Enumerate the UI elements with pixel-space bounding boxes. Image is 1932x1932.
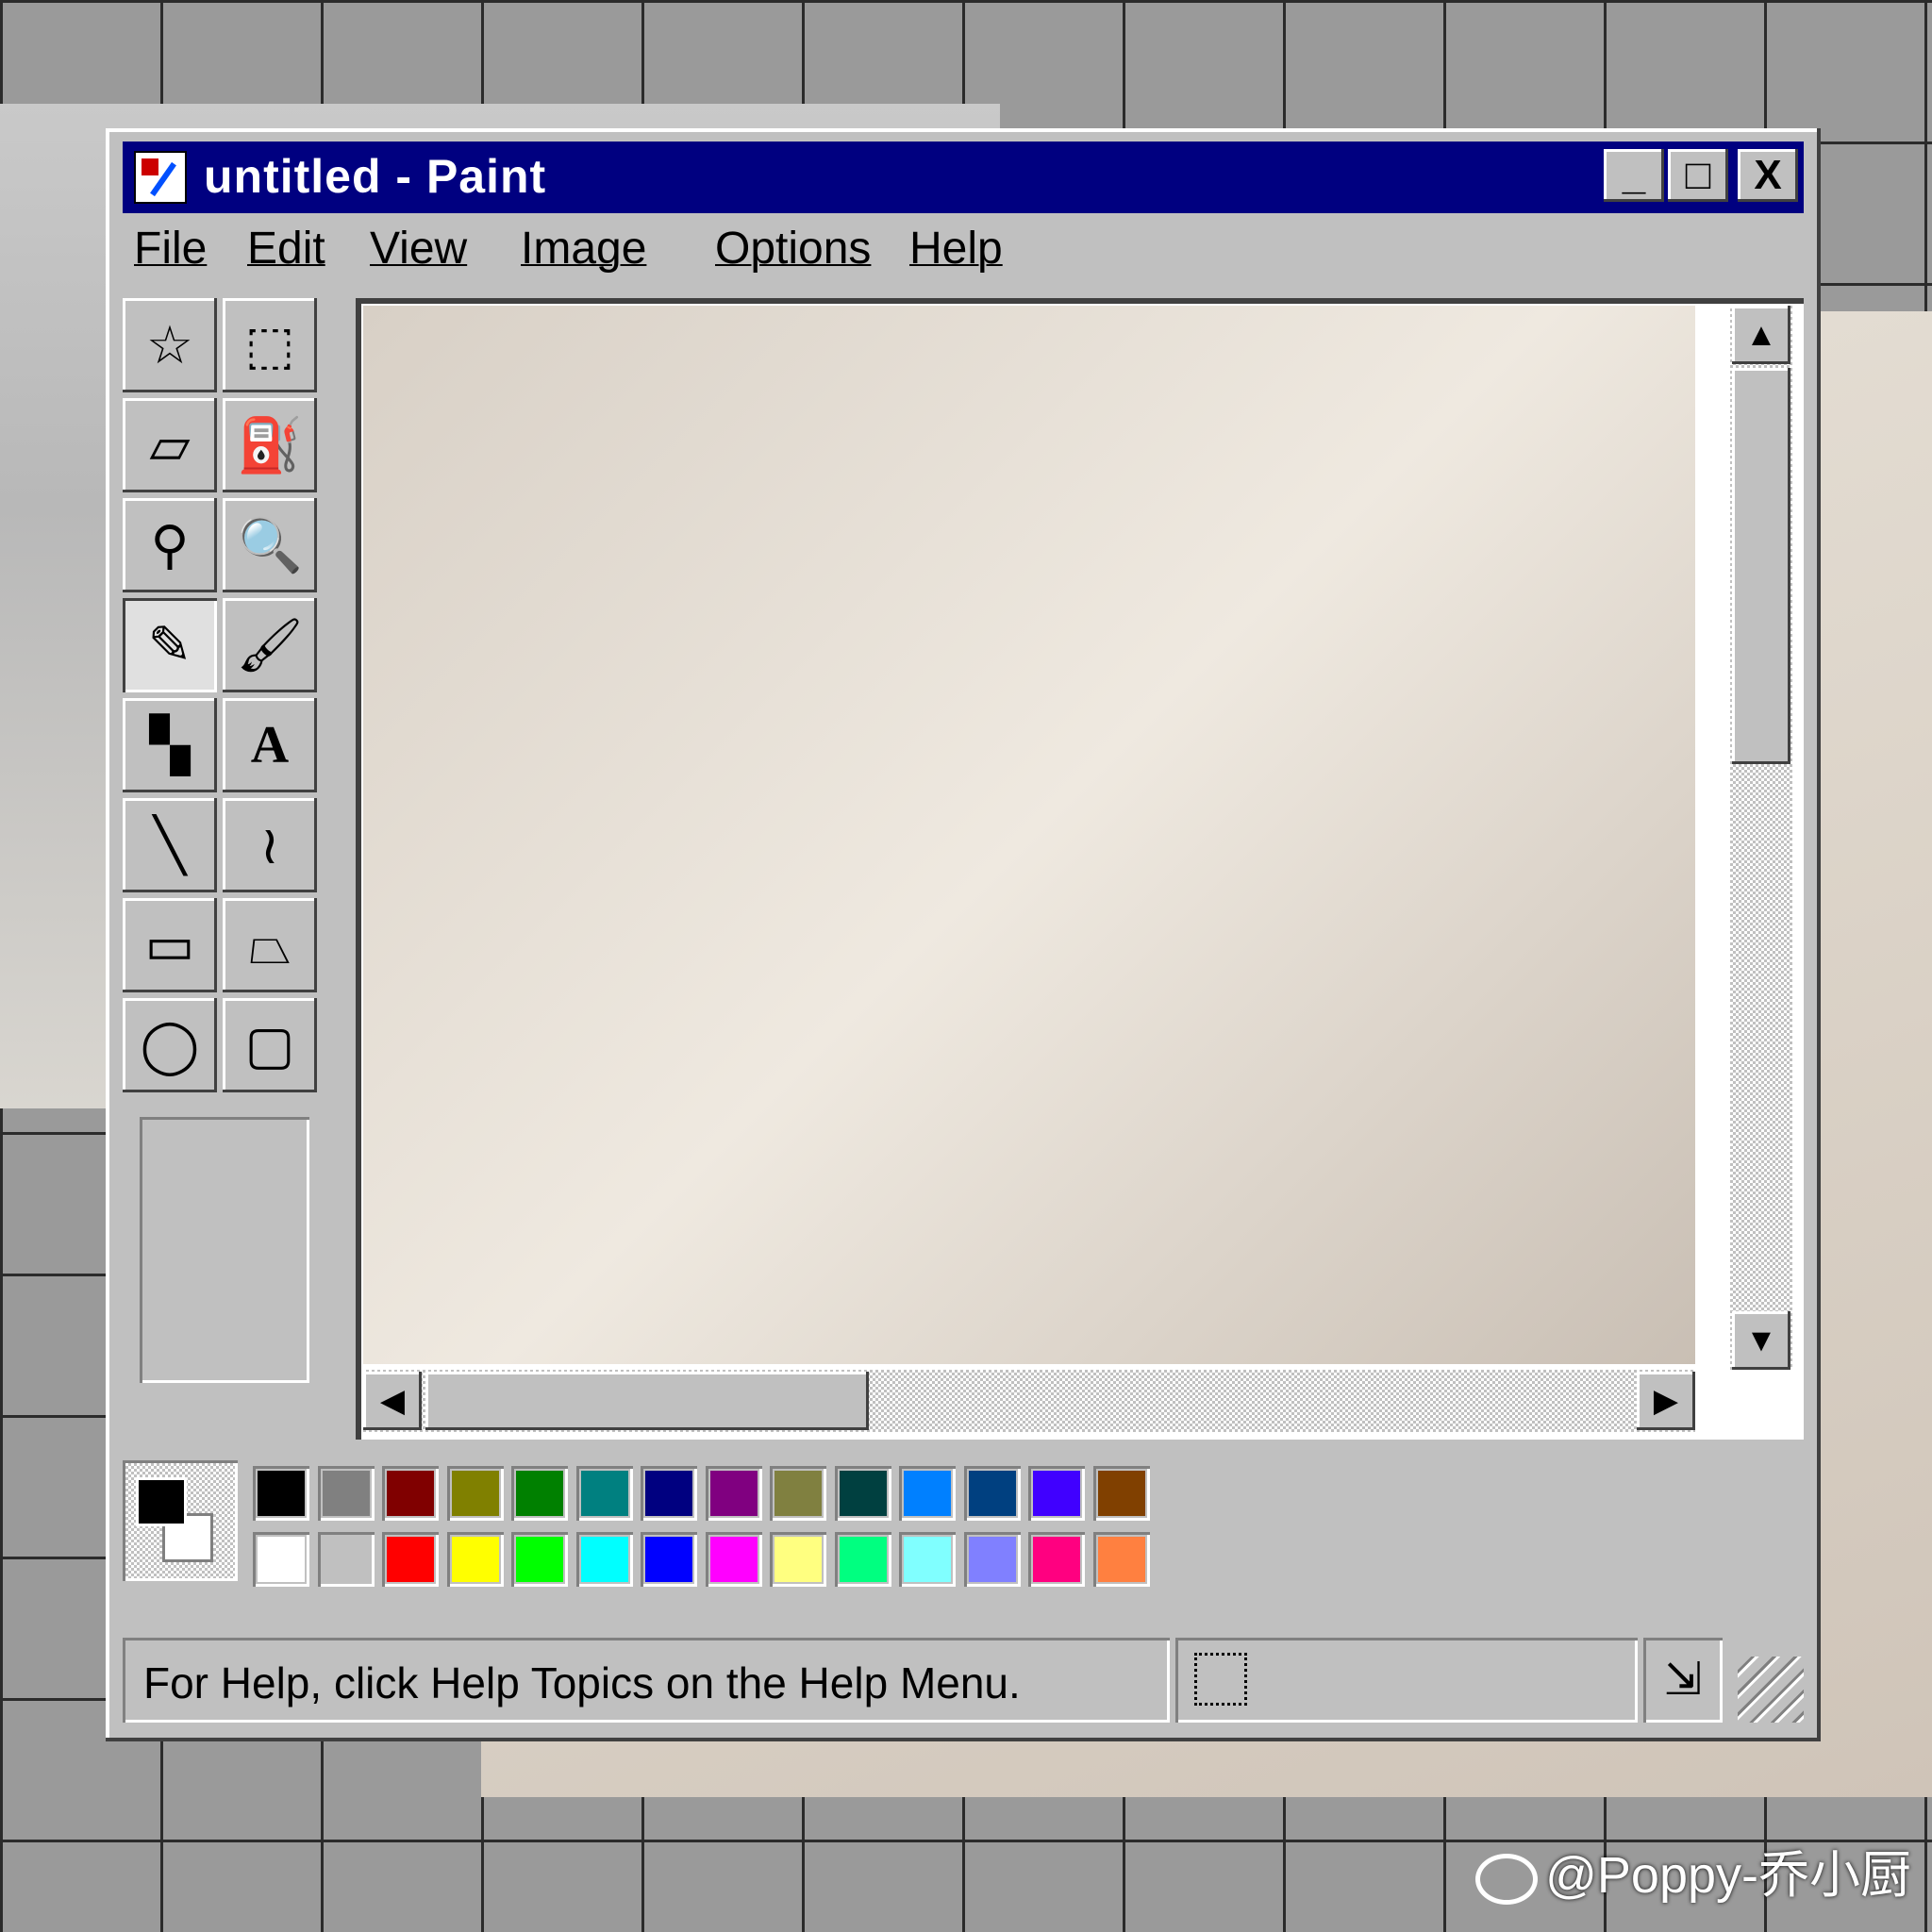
rectangle-icon: ▭ [144, 915, 195, 974]
color-swatch[interactable] [382, 1532, 439, 1587]
drawing-canvas[interactable] [363, 306, 1695, 1364]
color-swatch[interactable] [253, 1532, 309, 1587]
paint-app-icon [134, 151, 187, 204]
color-swatch[interactable] [770, 1532, 826, 1587]
tool-options-panel[interactable] [140, 1117, 309, 1383]
curve-tool[interactable]: ≀ [223, 798, 317, 892]
color-swatch[interactable] [641, 1532, 697, 1587]
color-swatch[interactable] [382, 1466, 439, 1521]
free-form-select-tool[interactable]: ☆ [123, 298, 217, 392]
color-swatch[interactable] [576, 1532, 633, 1587]
watermark-text: @Poppy-乔小厨 [1545, 1847, 1911, 1904]
color-swatch[interactable] [1028, 1466, 1085, 1521]
rect-select-tool[interactable]: ⬚ [223, 298, 317, 392]
color-swatch[interactable] [835, 1532, 891, 1587]
eyedropper-tool[interactable]: ⚲ [123, 498, 217, 592]
pencil-tool[interactable]: ✎ [123, 598, 217, 692]
minimize-button[interactable]: _ [1604, 149, 1664, 202]
weibo-logo-icon [1475, 1853, 1539, 1905]
menu-edit[interactable]: Edit [247, 223, 325, 275]
status-position-pane [1175, 1638, 1638, 1723]
menu-file[interactable]: File [134, 223, 207, 275]
color-swatch[interactable] [770, 1466, 826, 1521]
ellipse-icon: ◯ [140, 1015, 200, 1074]
resize-grip-icon[interactable] [1738, 1657, 1804, 1723]
position-icon [1194, 1653, 1247, 1706]
color-swatch[interactable] [964, 1466, 1021, 1521]
rounded-rect-tool[interactable]: ▢ [223, 998, 317, 1092]
color-swatch[interactable] [706, 1466, 762, 1521]
polygon-icon: ⏢ [248, 914, 291, 974]
rounded-rect-icon: ▢ [244, 1015, 295, 1074]
star-select-icon: ☆ [145, 315, 194, 375]
color-swatch[interactable] [1093, 1466, 1150, 1521]
pencil-icon: ✎ [147, 615, 192, 675]
color-palette [123, 1457, 1255, 1589]
magnifier-icon: 🔍 [237, 515, 303, 575]
color-swatch[interactable] [641, 1466, 697, 1521]
status-bar: For Help, click Help Topics on the Help … [123, 1638, 1804, 1723]
menu-options[interactable]: Options [715, 223, 871, 275]
size-icon: ⇲ [1663, 1655, 1703, 1705]
text-icon: A [250, 716, 290, 774]
foreground-color [136, 1477, 187, 1526]
watermark: @Poppy-乔小厨 [1475, 1833, 1911, 1907]
horizontal-scroll-thumb[interactable] [425, 1372, 869, 1430]
horizontal-scrollbar[interactable]: ◀ ▶ [363, 1370, 1695, 1432]
color-swatch[interactable] [318, 1466, 375, 1521]
color-swatch[interactable] [447, 1532, 504, 1587]
status-help-text: For Help, click Help Topics on the Help … [123, 1638, 1170, 1723]
eyedropper-icon: ⚲ [150, 515, 190, 575]
color-swatch[interactable] [576, 1466, 633, 1521]
maximize-button[interactable]: □ [1668, 149, 1728, 202]
line-tool[interactable]: ╲ [123, 798, 217, 892]
line-icon: ╲ [154, 815, 186, 874]
brush-icon: 🖌 [236, 615, 304, 675]
rect-select-icon: ⬚ [244, 315, 295, 375]
scroll-left-button[interactable]: ◀ [363, 1372, 422, 1430]
airbrush-icon: ▚ [149, 715, 191, 774]
color-swatch[interactable] [899, 1532, 956, 1587]
color-swatch[interactable] [706, 1532, 762, 1587]
eraser-icon: ▱ [149, 415, 191, 475]
magnifier-tool[interactable]: 🔍 [223, 498, 317, 592]
paint-window: untitled - Paint _ □ X File Edit View Im… [106, 128, 1821, 1741]
color-swatch[interactable] [964, 1532, 1021, 1587]
status-size-pane: ⇲ [1643, 1638, 1723, 1723]
scroll-up-button[interactable]: ▲ [1732, 306, 1790, 364]
color-swatch[interactable] [1093, 1532, 1150, 1587]
color-swatch[interactable] [447, 1466, 504, 1521]
window-title: untitled - Paint [204, 150, 547, 203]
vertical-scroll-thumb[interactable] [1732, 368, 1790, 764]
title-bar[interactable]: untitled - Paint _ □ X [123, 142, 1804, 213]
ellipse-tool[interactable]: ◯ [123, 998, 217, 1092]
brush-tool[interactable]: 🖌 [223, 598, 317, 692]
color-swatch[interactable] [511, 1466, 568, 1521]
color-swatch[interactable] [511, 1532, 568, 1587]
eraser-tool[interactable]: ▱ [123, 398, 217, 492]
color-swatch[interactable] [899, 1466, 956, 1521]
menu-help[interactable]: Help [909, 223, 1003, 275]
polygon-tool[interactable]: ⏢ [223, 898, 317, 992]
text-tool[interactable]: A [223, 698, 317, 792]
canvas-area: ▲ ▼ ◀ ▶ [356, 298, 1804, 1440]
airbrush-tool[interactable]: ▚ [123, 698, 217, 792]
rectangle-tool[interactable]: ▭ [123, 898, 217, 992]
curve-icon: ≀ [259, 815, 280, 874]
close-button[interactable]: X [1738, 149, 1798, 202]
scroll-down-button[interactable]: ▼ [1732, 1311, 1790, 1370]
color-swatch[interactable] [1028, 1532, 1085, 1587]
color-swatch[interactable] [835, 1466, 891, 1521]
vertical-scrollbar[interactable]: ▲ ▼ [1730, 306, 1792, 1370]
scroll-right-button[interactable]: ▶ [1637, 1372, 1695, 1430]
current-colors[interactable] [123, 1460, 238, 1581]
fill-tool[interactable]: ⛽ [223, 398, 317, 492]
fill-bucket-icon: ⛽ [237, 415, 303, 475]
menu-view[interactable]: View [370, 223, 467, 275]
color-swatch[interactable] [318, 1532, 375, 1587]
color-swatch[interactable] [253, 1466, 309, 1521]
menu-image[interactable]: Image [521, 223, 646, 275]
